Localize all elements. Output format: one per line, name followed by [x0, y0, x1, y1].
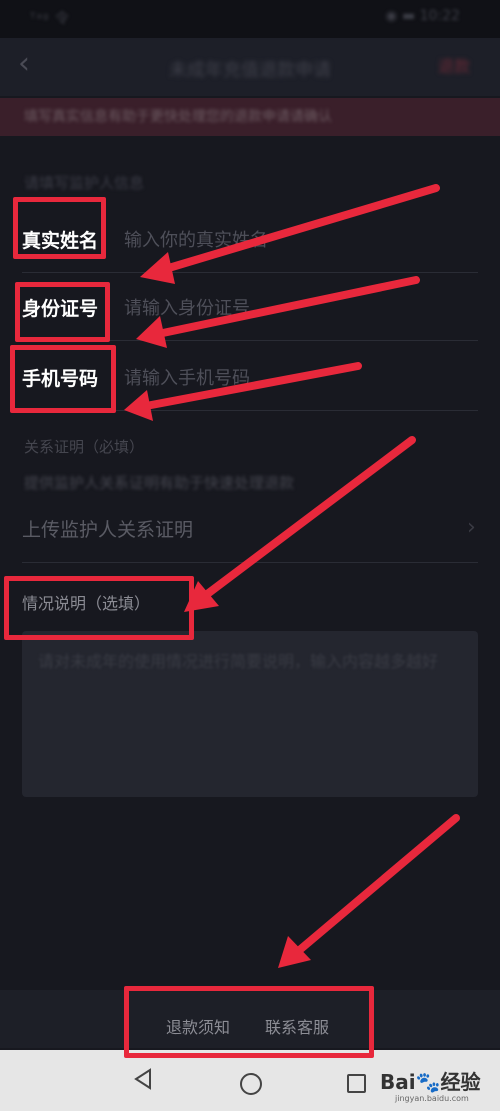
annotation-arrow [198, 436, 416, 602]
annotation-arrowhead [136, 316, 167, 348]
annotation-arrowhead [124, 390, 153, 421]
annotation-arrow [292, 814, 460, 957]
annotation-arrow [142, 362, 362, 410]
annotation-arrows [124, 184, 460, 968]
annotation-arrowhead [140, 252, 175, 284]
annotation-arrow [154, 276, 420, 338]
annotation-arrow [158, 184, 440, 274]
